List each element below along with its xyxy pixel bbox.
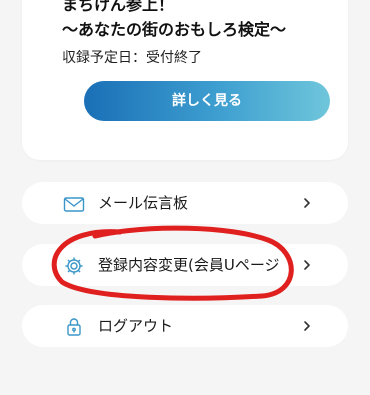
event-card: まちけん参上！ 〜あなたの街のおもしろ検定〜 収録予定日：受付終了 詳しく見る (22, 0, 348, 160)
menu-item-label: メール伝言板 (98, 194, 189, 212)
menu-item-label: ログアウト (98, 317, 174, 335)
record-date-label: 収録予定日：受付終了 (62, 50, 202, 66)
event-subtitle: 〜あなたの街のおもしろ検定〜 (62, 20, 287, 39)
menu-item-logout[interactable]: ログアウト (22, 305, 348, 347)
menu-item-edit-registration[interactable]: 登録内容変更(会員Uページ (22, 244, 348, 286)
chevron-right-icon (300, 318, 314, 334)
lock-icon (63, 317, 85, 337)
mail-icon (63, 194, 85, 214)
event-title: まちけん参上！ (62, 0, 175, 14)
menu-item-label: 登録内容変更(会員Uページ (98, 256, 280, 274)
chevron-right-icon (300, 195, 314, 211)
gear-icon (63, 256, 85, 276)
chevron-right-icon (300, 257, 314, 273)
menu-item-mail-board[interactable]: メール伝言板 (22, 182, 348, 224)
see-details-button[interactable]: 詳しく見る (84, 81, 330, 121)
